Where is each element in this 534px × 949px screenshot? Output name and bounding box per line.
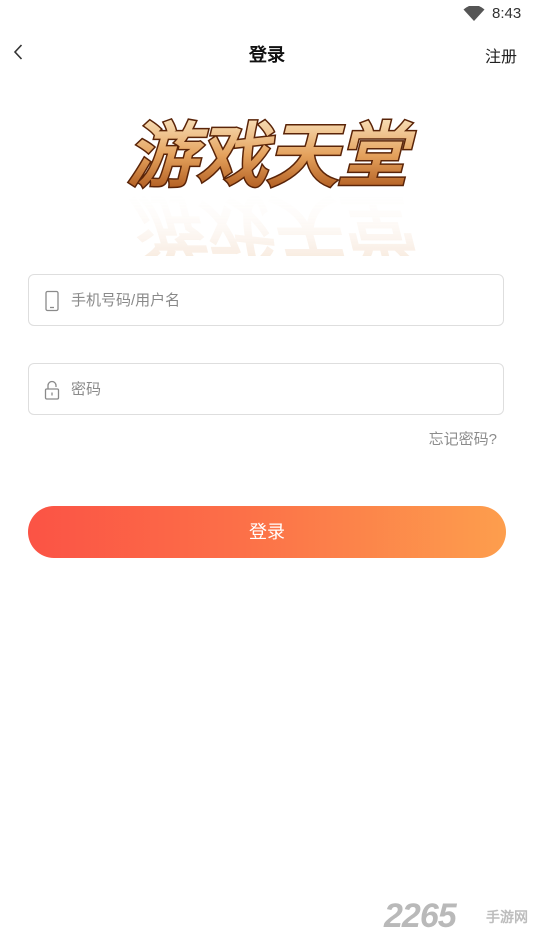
watermark: 2265 手游网 bbox=[384, 897, 534, 939]
login-button[interactable]: 登录 bbox=[28, 506, 506, 558]
game-paradise-logo: 游戏天堂 游戏天堂 bbox=[126, 113, 418, 257]
status-bar: 8:43 bbox=[0, 0, 534, 28]
phone-input[interactable] bbox=[71, 275, 491, 325]
watermark-suffix: 手游网 bbox=[486, 909, 528, 925]
phone-field[interactable] bbox=[28, 274, 504, 326]
watermark-number: 2265 bbox=[384, 897, 457, 935]
password-field[interactable] bbox=[28, 363, 504, 415]
status-time: 8:43 bbox=[492, 5, 522, 22]
register-link[interactable]: 注册 bbox=[485, 43, 517, 67]
password-input[interactable] bbox=[71, 364, 491, 414]
wifi-icon bbox=[463, 6, 485, 21]
page-title: 登录 bbox=[249, 45, 285, 65]
phone-icon bbox=[45, 290, 59, 312]
nav-bar: 登录 注册 bbox=[0, 28, 534, 76]
forgot-password-link[interactable]: 忘记密码? bbox=[429, 428, 497, 449]
logo-reflection: 游戏天堂 bbox=[127, 185, 416, 256]
logo-text: 游戏天堂 bbox=[127, 114, 416, 197]
lock-icon bbox=[44, 380, 60, 400]
